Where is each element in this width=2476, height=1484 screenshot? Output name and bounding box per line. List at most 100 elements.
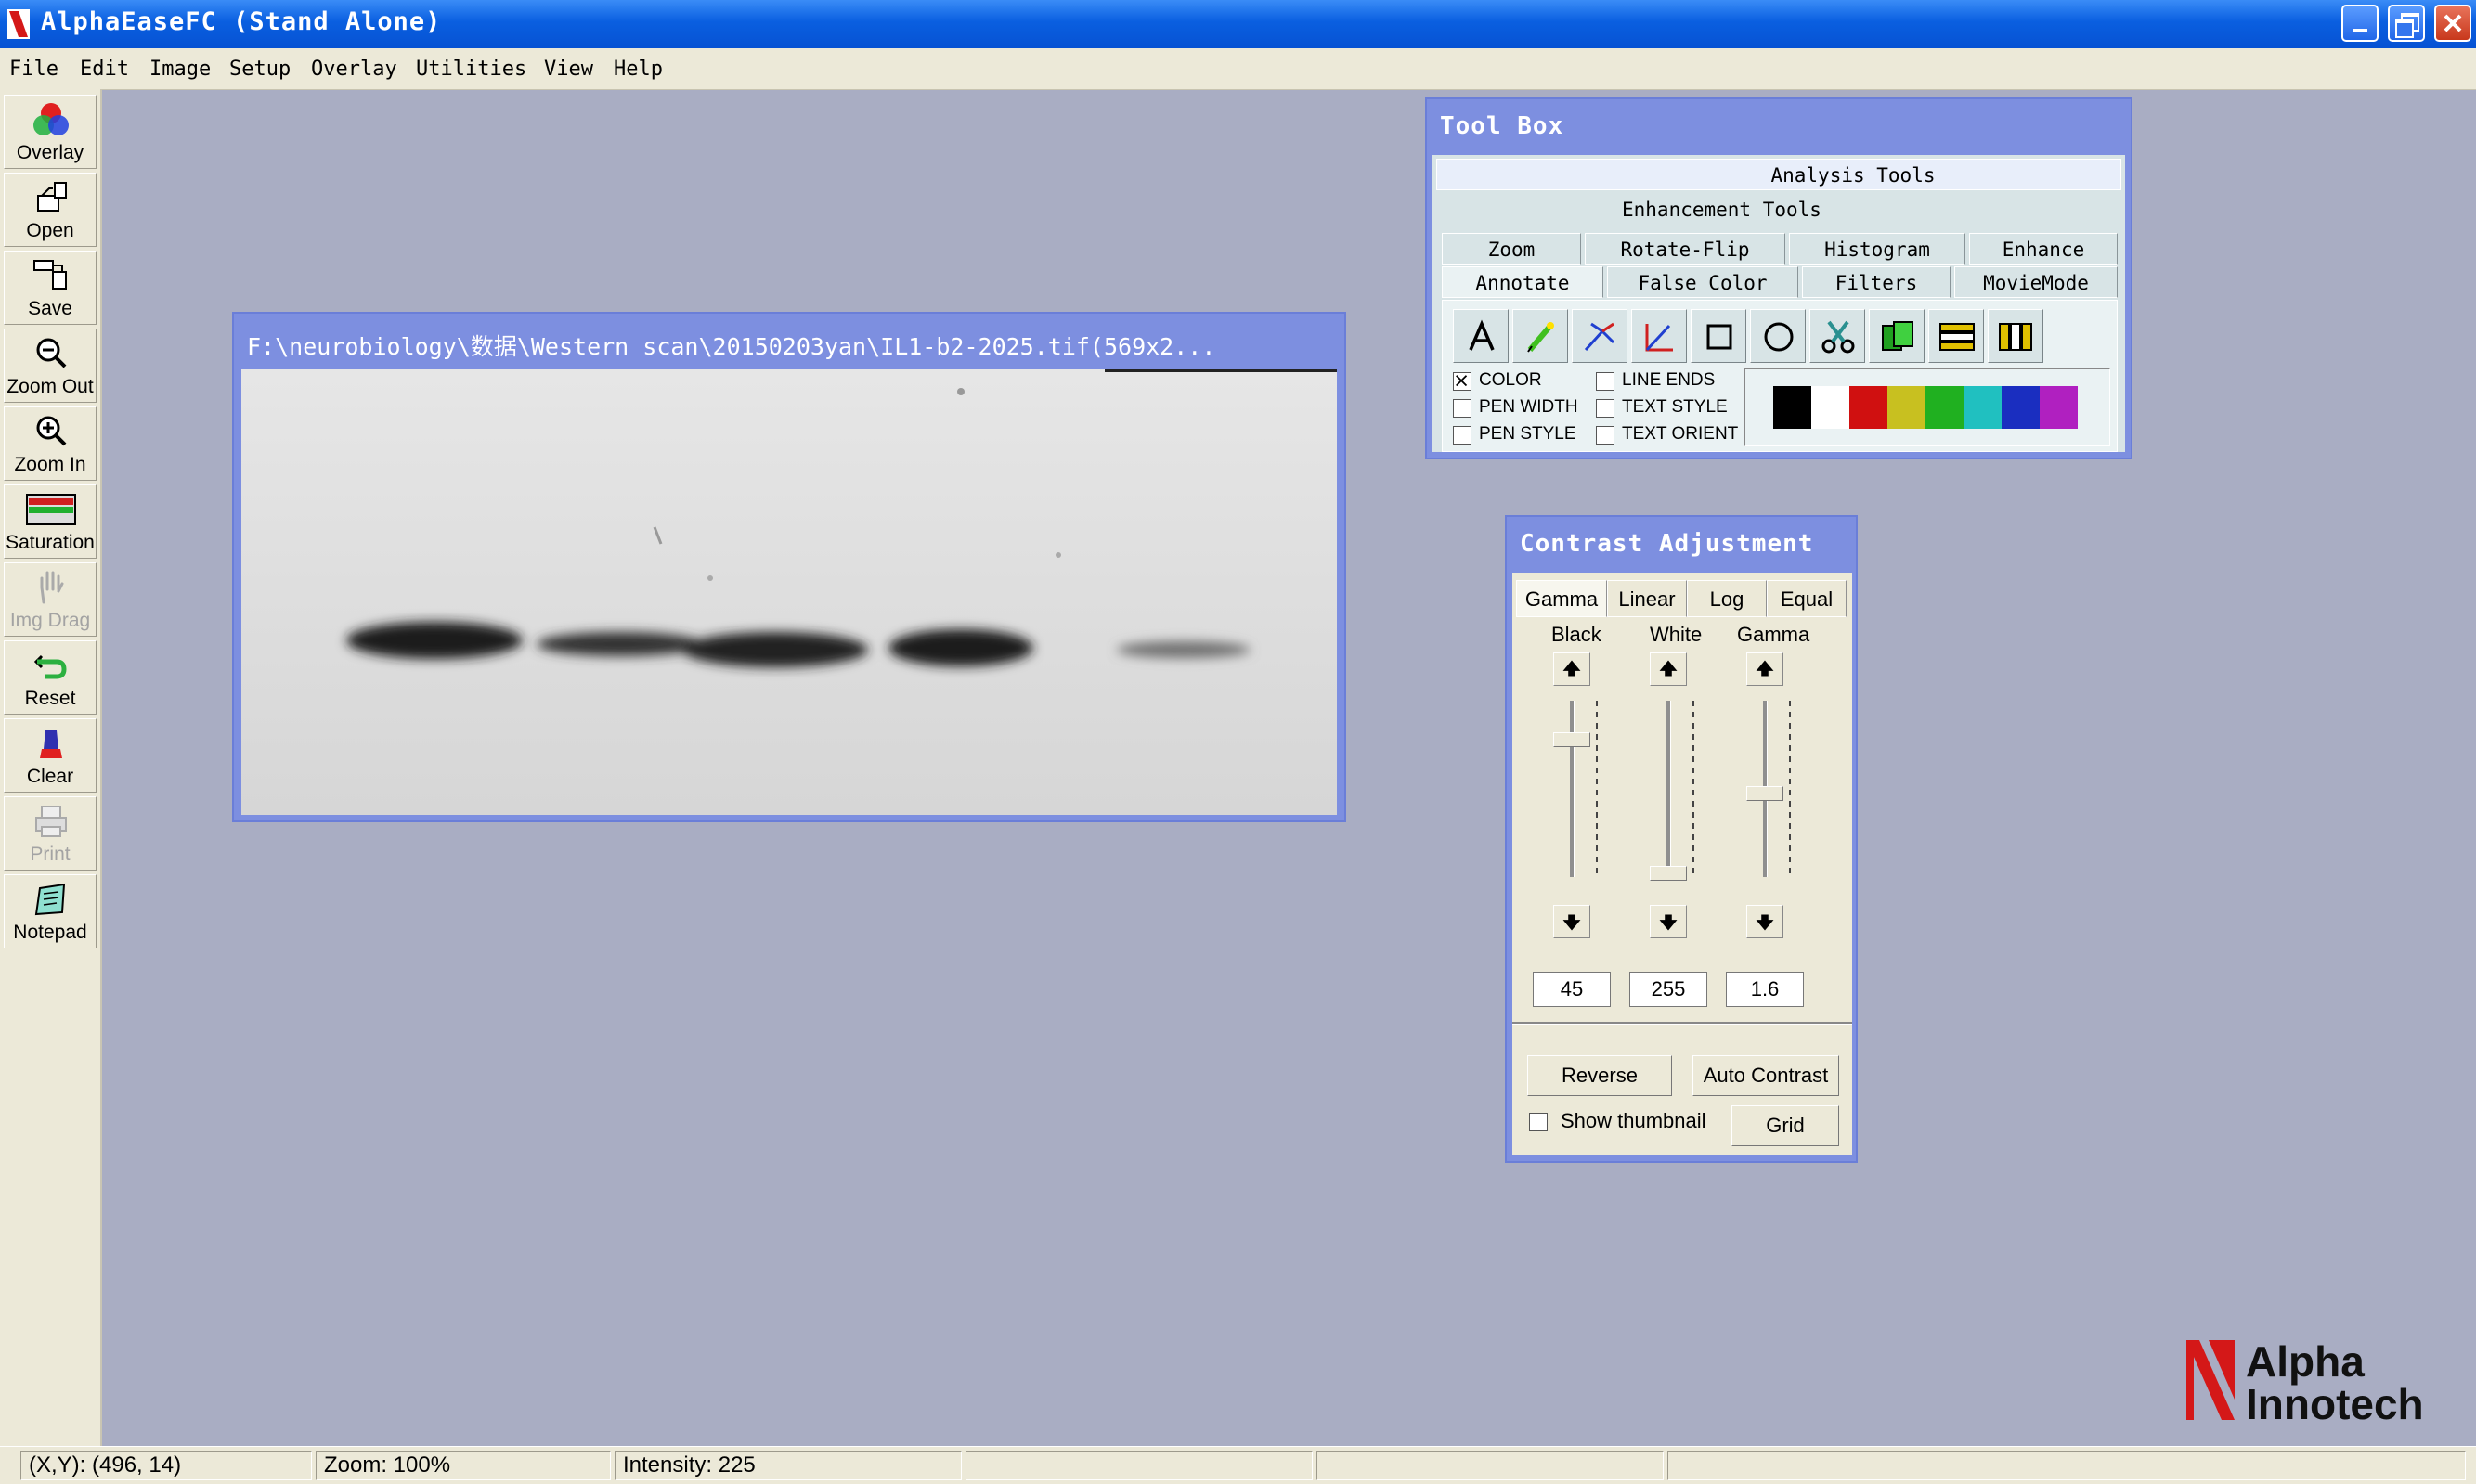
app-icon bbox=[7, 9, 30, 39]
save-button[interactable]: Save bbox=[4, 251, 97, 325]
show-thumbnail-label: Show thumbnail bbox=[1561, 1109, 1706, 1132]
zoom-out-button[interactable]: Zoom Out bbox=[4, 329, 97, 403]
white-label: White bbox=[1650, 623, 1703, 646]
reverse-button[interactable]: Reverse bbox=[1527, 1055, 1672, 1096]
menu-utilities[interactable]: Utilities bbox=[416, 58, 526, 81]
black-slider-thumb[interactable] bbox=[1553, 732, 1590, 747]
copy-tool-button[interactable] bbox=[1869, 309, 1925, 363]
contrast-title: Contrast Adjustment bbox=[1520, 530, 1814, 558]
color-swatch[interactable] bbox=[1849, 386, 1887, 429]
tab-false-color[interactable]: False Color bbox=[1607, 266, 1798, 298]
menu-image[interactable]: Image bbox=[149, 58, 211, 81]
cut-tool-button[interactable] bbox=[1809, 309, 1865, 363]
tab-annotate[interactable]: Annotate bbox=[1442, 266, 1603, 298]
band-3 bbox=[682, 632, 868, 667]
auto-contrast-button[interactable]: Auto Contrast bbox=[1692, 1055, 1839, 1096]
color-swatch[interactable] bbox=[1773, 386, 1811, 429]
hand-icon bbox=[40, 571, 64, 604]
ellipse-tool-button[interactable] bbox=[1750, 309, 1806, 363]
black-value-field[interactable]: 45 bbox=[1533, 972, 1611, 1007]
menu-file[interactable]: File bbox=[9, 58, 58, 81]
rectangle-tool-button[interactable] bbox=[1691, 309, 1746, 363]
arrow-tool-button[interactable] bbox=[1572, 309, 1627, 363]
gamma-value-field[interactable]: 1.6 bbox=[1726, 972, 1804, 1007]
arrow-up-icon bbox=[1659, 660, 1678, 677]
white-up-button[interactable] bbox=[1650, 652, 1687, 686]
tab-moviemode[interactable]: MovieMode bbox=[1954, 266, 2118, 298]
logo-mark-icon bbox=[2186, 1340, 2235, 1420]
scissors-icon bbox=[1821, 320, 1855, 354]
contrast-adjustment-window[interactable]: Contrast Adjustment Gamma Linear Log Equ… bbox=[1505, 515, 1858, 1163]
gamma-down-button[interactable] bbox=[1746, 905, 1783, 938]
zoom-out-icon bbox=[36, 338, 67, 368]
layers-tool-button[interactable] bbox=[1928, 309, 1984, 363]
notepad-button[interactable]: Notepad bbox=[4, 874, 97, 948]
columns-icon bbox=[1999, 323, 2032, 351]
menu-view[interactable]: View bbox=[544, 58, 593, 81]
minimize-button[interactable] bbox=[2341, 5, 2379, 42]
tab-linear[interactable]: Linear bbox=[1607, 580, 1687, 617]
pen-tool-button[interactable] bbox=[1512, 309, 1568, 363]
color-swatch[interactable] bbox=[2040, 386, 2078, 429]
text-tool-button[interactable] bbox=[1453, 309, 1509, 363]
line-tool-button[interactable] bbox=[1631, 309, 1687, 363]
grid-button[interactable]: Grid bbox=[1731, 1105, 1839, 1146]
close-button[interactable] bbox=[2434, 5, 2471, 42]
black-up-button[interactable] bbox=[1553, 652, 1590, 686]
show-thumbnail-checkbox[interactable] bbox=[1529, 1113, 1548, 1131]
toolbox-window[interactable]: Tool Box Analysis Tools Enhancement Tool… bbox=[1425, 97, 2132, 459]
color-swatch[interactable] bbox=[1925, 386, 1964, 429]
reset-button[interactable]: Reset bbox=[4, 640, 97, 715]
arrow-down-icon bbox=[1756, 914, 1774, 931]
menu-help[interactable]: Help bbox=[614, 58, 663, 81]
tab-zoom[interactable]: Zoom bbox=[1442, 233, 1581, 265]
overlay-button[interactable]: Overlay bbox=[4, 95, 97, 169]
color-swatch[interactable] bbox=[1887, 386, 1925, 429]
analysis-tools-bar[interactable]: Analysis Tools bbox=[1436, 159, 2121, 190]
print-icon bbox=[35, 806, 67, 837]
black-slider-track[interactable] bbox=[1570, 701, 1575, 877]
tab-log[interactable]: Log bbox=[1687, 580, 1767, 617]
restore-button[interactable] bbox=[2388, 5, 2425, 42]
clear-button[interactable]: Clear bbox=[4, 718, 97, 793]
tab-gamma[interactable]: Gamma bbox=[1516, 580, 1607, 617]
black-down-button[interactable] bbox=[1553, 905, 1590, 938]
gamma-slider-thumb[interactable] bbox=[1746, 786, 1783, 801]
status-empty-1 bbox=[966, 1451, 1313, 1480]
tab-equal[interactable]: Equal bbox=[1767, 580, 1847, 617]
check-icon bbox=[1456, 375, 1468, 387]
western-blot-image[interactable] bbox=[241, 369, 1337, 815]
print-button[interactable]: Print bbox=[4, 796, 97, 871]
arrow-up-icon bbox=[1562, 660, 1581, 677]
zoom-in-icon bbox=[36, 416, 67, 446]
menu-setup[interactable]: Setup bbox=[229, 58, 291, 81]
white-value-field[interactable]: 255 bbox=[1629, 972, 1707, 1007]
color-checkbox[interactable] bbox=[1453, 372, 1471, 391]
white-down-button[interactable] bbox=[1650, 905, 1687, 938]
white-slider-thumb[interactable] bbox=[1650, 866, 1687, 881]
color-swatch[interactable] bbox=[1811, 386, 1849, 429]
color-swatch[interactable] bbox=[2002, 386, 2040, 429]
color-swatches[interactable] bbox=[1773, 386, 2080, 429]
open-button[interactable]: Open bbox=[4, 173, 97, 247]
menu-edit[interactable]: Edit bbox=[80, 58, 129, 81]
saturation-button[interactable]: Saturation bbox=[4, 484, 97, 559]
menu-overlay[interactable]: Overlay bbox=[311, 58, 397, 81]
save-icon bbox=[33, 260, 67, 290]
band-5 bbox=[1117, 641, 1251, 658]
tab-rotate-flip[interactable]: Rotate-Flip bbox=[1585, 233, 1785, 265]
enhancement-tools-bar[interactable]: Enhancement Tools bbox=[1436, 194, 2121, 226]
zoom-in-button[interactable]: Zoom In bbox=[4, 406, 97, 481]
window-title: AlphaEaseFC (Stand Alone) bbox=[41, 7, 442, 36]
status-intensity: Intensity: 225 bbox=[615, 1451, 962, 1480]
tab-enhance[interactable]: Enhance bbox=[1969, 233, 2118, 265]
columns-tool-button[interactable] bbox=[1988, 309, 2043, 363]
img-drag-button[interactable]: Img Drag bbox=[4, 562, 97, 637]
image-window[interactable]: F:\neurobiology\数据\Western scan\20150203… bbox=[232, 312, 1346, 822]
color-swatch[interactable] bbox=[1964, 386, 2002, 429]
pen-icon bbox=[1527, 322, 1554, 353]
tab-histogram[interactable]: Histogram bbox=[1789, 233, 1965, 265]
white-slider-track[interactable] bbox=[1666, 701, 1671, 877]
tab-filters[interactable]: Filters bbox=[1802, 266, 1951, 298]
gamma-up-button[interactable] bbox=[1746, 652, 1783, 686]
